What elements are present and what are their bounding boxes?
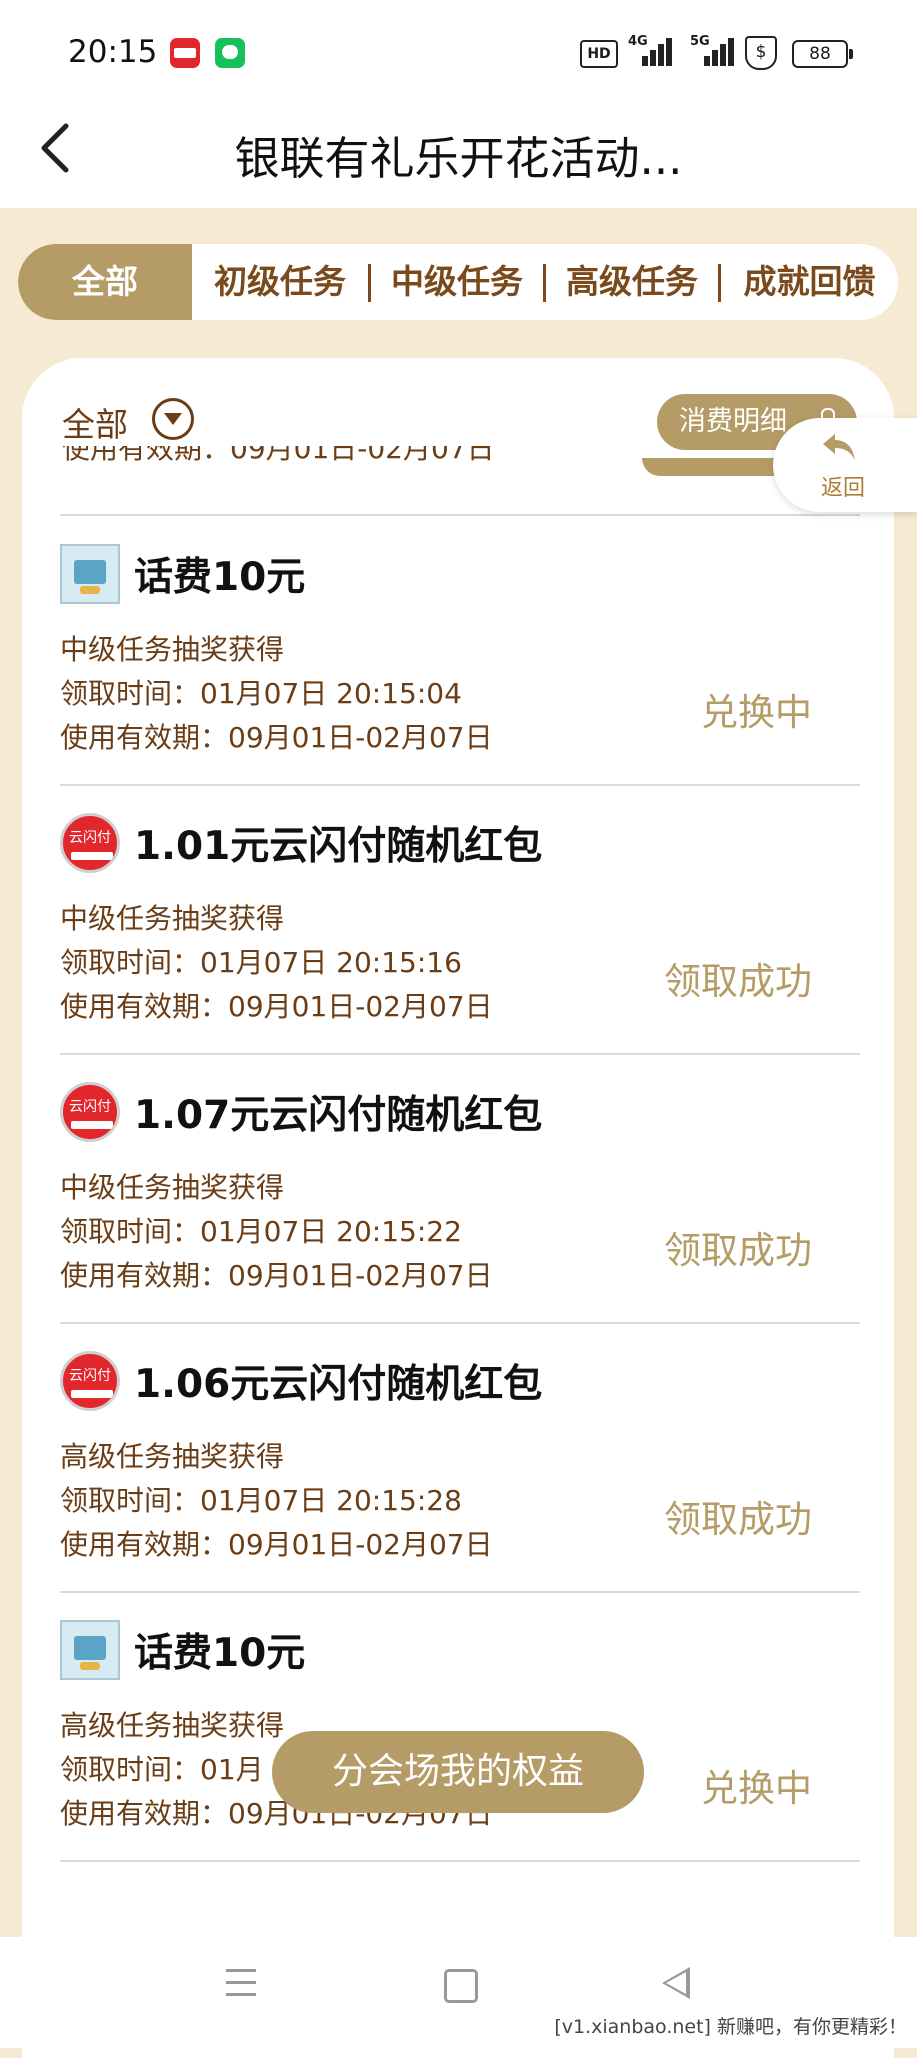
row-divider bbox=[60, 1860, 860, 1862]
signal-4g-icon: 4G bbox=[628, 34, 672, 66]
reward-status: 领取成功 bbox=[664, 1498, 812, 1541]
home-icon[interactable] bbox=[444, 1969, 478, 2003]
back-triangle-icon[interactable] bbox=[662, 1967, 690, 1999]
reward-source: 中级任务抽奖获得 bbox=[60, 902, 285, 935]
reward-status: 领取成功 bbox=[664, 960, 812, 1003]
status-bar: 20:15 HD 4G 5G $ 88 bbox=[0, 0, 917, 100]
reward-source: 中级任务抽奖获得 bbox=[60, 633, 285, 666]
status-time: 20:15 bbox=[68, 34, 158, 70]
page-title: 银联有礼乐开花活动... bbox=[234, 132, 683, 185]
reward-source: 高级任务抽奖获得 bbox=[60, 1709, 285, 1742]
tab-intermediate-tasks[interactable]: 中级任务 bbox=[371, 244, 543, 320]
reward-receive-time: 领取时间：01月07日 20:15:28 bbox=[60, 1484, 462, 1517]
reward-title: 话费10元 bbox=[134, 1631, 306, 1676]
hd-voice-icon: HD bbox=[580, 40, 618, 68]
unionpay-app-notification-icon bbox=[170, 38, 200, 68]
reward-item: 云闪付 1.06元云闪付随机红包 高级任务抽奖获得 领取时间：01月07日 20… bbox=[60, 1323, 860, 1591]
filter-dropdown-label[interactable]: 全部 bbox=[62, 398, 128, 446]
signal-5g-icon: 5G bbox=[690, 34, 734, 66]
sub-venue-benefits-button[interactable]: 分会场我的权益 bbox=[272, 1731, 644, 1813]
tab-advanced-tasks[interactable]: 高级任务 bbox=[546, 244, 718, 320]
floating-return-button[interactable]: 返回 bbox=[773, 418, 917, 512]
reward-item: 云闪付 1.01元云闪付随机红包 中级任务抽奖获得 领取时间：01月07日 20… bbox=[60, 785, 860, 1053]
reward-validity: 使用有效期：09月01日-02月07日 bbox=[60, 1259, 493, 1292]
reward-receive-time: 领取时间：01月07日 20:15:22 bbox=[60, 1215, 462, 1248]
reward-receive-time: 领取时间：01月 bbox=[60, 1753, 264, 1786]
phone-credit-icon bbox=[60, 544, 120, 604]
partial-validity-text: 使用有效期：09月01日-02月07日 bbox=[62, 446, 495, 464]
tab-basic-tasks[interactable]: 初级任务 bbox=[192, 244, 368, 320]
consumption-detail-label: 消费明细 bbox=[679, 406, 787, 437]
dropdown-arrow-icon[interactable] bbox=[152, 398, 194, 440]
reward-title: 1.01元云闪付随机红包 bbox=[134, 824, 543, 869]
reward-status: 领取成功 bbox=[664, 1229, 812, 1272]
reward-validity: 使用有效期：09月01日-02月07日 bbox=[60, 1528, 493, 1561]
reward-source: 中级任务抽奖获得 bbox=[60, 1171, 285, 1204]
reward-item: 话费10元 中级任务抽奖获得 领取时间：01月07日 20:15:04 使用有效… bbox=[60, 516, 860, 784]
reward-status[interactable]: 兑换中 bbox=[701, 682, 812, 736]
watermark-text: [v1.xianbao.net] 新赚吧，有你更精彩！ bbox=[554, 2016, 907, 2038]
reward-title: 1.07元云闪付随机红包 bbox=[134, 1093, 543, 1138]
unionpay-icon: 云闪付 bbox=[60, 1351, 120, 1411]
reward-validity: 使用有效期：09月01日-02月07日 bbox=[60, 990, 493, 1023]
reward-item: 云闪付 1.07元云闪付随机红包 中级任务抽奖获得 领取时间：01月07日 20… bbox=[60, 1054, 860, 1322]
unionpay-icon: 云闪付 bbox=[60, 1082, 120, 1142]
menu-icon[interactable] bbox=[226, 1969, 256, 1997]
reward-validity: 使用有效期：09月01日-02月07日 bbox=[60, 721, 493, 754]
reward-receive-time: 领取时间：01月07日 20:15:04 bbox=[60, 677, 462, 710]
reward-receive-time: 领取时间：01月07日 20:15:16 bbox=[60, 946, 462, 979]
reward-status[interactable]: 兑换中 bbox=[701, 1758, 812, 1812]
tab-all[interactable]: 全部 bbox=[18, 244, 192, 320]
return-arrow-icon bbox=[823, 434, 855, 460]
security-shield-icon: $ bbox=[745, 36, 777, 70]
tab-achievement-rewards[interactable]: 成就回馈 bbox=[721, 244, 898, 320]
reward-title: 1.06元云闪付随机红包 bbox=[134, 1362, 543, 1407]
reward-source: 高级任务抽奖获得 bbox=[60, 1440, 285, 1473]
phone-credit-icon bbox=[60, 1620, 120, 1680]
battery-indicator: 88 bbox=[792, 40, 853, 68]
reward-item: 话费10元 高级任务抽奖获得 领取时间：01月 使用有效期：09月01日-02月… bbox=[60, 1592, 860, 1860]
return-label: 返回 bbox=[821, 476, 866, 501]
nav-bar: 银联有礼乐开花活动... bbox=[0, 100, 917, 208]
partial-button bbox=[642, 458, 792, 476]
unionpay-icon: 云闪付 bbox=[60, 813, 120, 873]
task-level-tabs: 全部 初级任务 中级任务 高级任务 成就回馈 bbox=[18, 244, 898, 320]
message-app-notification-icon bbox=[215, 38, 245, 68]
reward-title: 话费10元 bbox=[134, 555, 306, 600]
